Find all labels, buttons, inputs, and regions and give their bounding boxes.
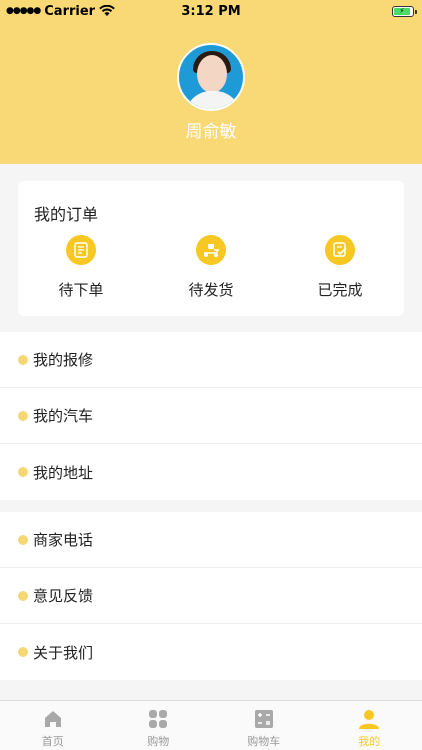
order-completed[interactable]: 已完成 <box>290 235 390 300</box>
menu-item-about[interactable]: 关于我们 <box>0 624 422 680</box>
order-to-ship[interactable]: 待发货 <box>161 235 261 300</box>
profile-header: 周俞敏 <box>0 0 422 164</box>
bullet-icon <box>18 647 28 657</box>
order-list-icon <box>66 235 96 265</box>
tab-label: 我的 <box>358 735 381 748</box>
menu-group-1: 我的报修 我的汽车 我的地址 <box>0 332 422 500</box>
avatar[interactable] <box>177 43 245 111</box>
menu-group-2: 商家电话 意见反馈 关于我们 <box>0 512 422 680</box>
menu-item-repair[interactable]: 我的报修 <box>0 332 422 388</box>
menu-item-label: 我的报修 <box>33 351 94 369</box>
menu-item-car[interactable]: 我的汽车 <box>0 388 422 444</box>
bullet-icon <box>18 354 28 365</box>
tab-bar: 首页 购物 购物车 我的 <box>0 700 422 750</box>
order-completed-label: 已完成 <box>317 281 363 299</box>
order-to-ship-label: 待发货 <box>188 281 234 299</box>
tab-label: 购物车 <box>247 735 281 748</box>
tab-home[interactable]: 首页 <box>0 701 106 750</box>
delivery-scooter-icon <box>196 235 226 265</box>
menu-item-address[interactable]: 我的地址 <box>0 444 422 500</box>
order-card: 我的订单 待下单 待发货 已完成 <box>18 181 404 316</box>
username: 周俞敏 <box>185 122 237 142</box>
menu-item-label: 关于我们 <box>33 643 94 662</box>
menu-item-label: 商家电话 <box>33 531 94 549</box>
order-title: 我的订单 <box>34 205 99 224</box>
menu-item-label: 我的地址 <box>33 463 94 482</box>
tab-cart[interactable]: 购物车 <box>211 701 317 750</box>
calculator-icon <box>254 710 273 728</box>
user-icon <box>359 710 380 729</box>
bullet-icon <box>18 410 28 421</box>
tab-mine[interactable]: 我的 <box>317 701 422 750</box>
battery-icon: ⚡ <box>392 5 417 17</box>
status-time: 3:12 PM <box>181 3 241 19</box>
tab-shop[interactable]: 购物 <box>106 701 212 750</box>
menu-item-feedback[interactable]: 意见反馈 <box>0 568 422 624</box>
order-pending-label: 待下单 <box>58 281 104 299</box>
tab-label: 首页 <box>41 735 64 748</box>
status-bar: ●●●●● Carrier 3:12 PM ⚡ <box>0 0 422 22</box>
bullet-icon <box>18 590 28 601</box>
menu-item-merchant-phone[interactable]: 商家电话 <box>0 512 422 568</box>
bullet-icon <box>18 467 28 477</box>
completed-order-icon <box>325 235 355 265</box>
order-pending[interactable]: 待下单 <box>31 235 131 300</box>
tab-label: 购物 <box>147 735 170 748</box>
grid-icon <box>149 710 168 728</box>
bullet-icon <box>18 534 28 545</box>
menu-item-label: 意见反馈 <box>33 587 94 605</box>
menu-item-label: 我的汽车 <box>33 407 94 425</box>
home-icon <box>44 711 61 727</box>
